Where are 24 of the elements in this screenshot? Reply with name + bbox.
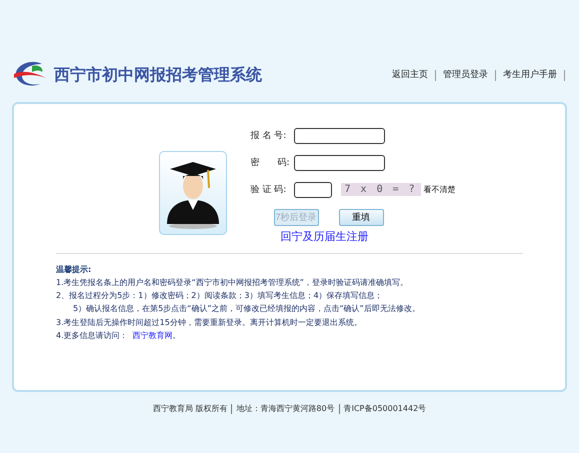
tip-text: 5）确认报名信息，在第5步点击“确认”之前，可修改已经填报的内容，点击“确认”后即无法修改。 <box>72 303 421 316</box>
tip-text: 1.考生凭报名条上的用户名和密码登录“西宁市初中网报招考管理系统”，登录时验证码请准确填写。 <box>56 277 409 289</box>
username-field[interactable] <box>294 128 384 144</box>
nav-link[interactable]: 考生用户手册 <box>496 70 565 80</box>
nav-link[interactable]: 返回主页 <box>385 70 436 80</box>
refresh-link[interactable]: 看不清楚 <box>424 184 456 195</box>
website-link[interactable]: 西宁教育网 <box>132 330 173 340</box>
reset-button[interactable]: 重填 <box>338 209 384 226</box>
nav-link[interactable]: 管理员登录 <box>436 70 496 80</box>
field-label: 报 名 号: <box>250 130 288 142</box>
captcha-image: 7 x 0 = ? <box>340 183 421 196</box>
footer-text: 地址：青海西宁黄河路80号 <box>231 404 339 414</box>
footer-text: 西宁教育局 版权所有 <box>152 404 228 414</box>
tip-text: 3.考生登陆后无操作时间超过15分钟，需要重新登录。离开计算机时一定要退出系统。 <box>56 316 363 329</box>
captcha-field[interactable] <box>294 182 332 198</box>
tips-title: 温馨提示: <box>56 264 92 276</box>
password-field[interactable] <box>294 154 384 170</box>
field-label: 密 码: <box>250 156 291 169</box>
footer-text: 青ICP备050001442号 <box>338 404 430 414</box>
register-link[interactable]: 回宁及历届生注册 <box>280 229 460 244</box>
field-label: 验 证 码: <box>250 184 288 196</box>
tip-text: 4.更多信息请访问： 西宁教育网。 <box>56 330 182 342</box>
site-title: 西宁市初中网报招考管理系统 <box>54 64 262 86</box>
tip-text: 2、报名过程分为5步：1）修改密码；2）阅读条款；3）填写考生信息；4）保存填写信息； <box>56 290 384 302</box>
